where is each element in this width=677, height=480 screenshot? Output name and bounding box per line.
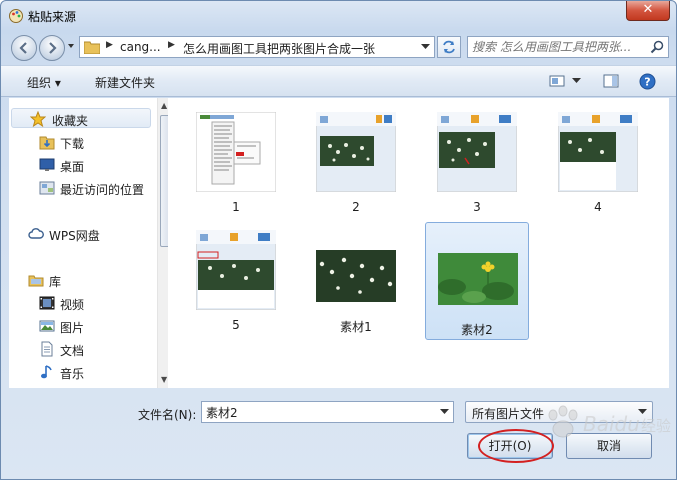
search-icon[interactable] bbox=[650, 40, 664, 54]
nav-desktop[interactable]: 桌面 bbox=[9, 155, 149, 175]
breadcrumb-item-current[interactable]: 怎么用画图工具把两张图片合成一张 bbox=[183, 40, 375, 57]
svg-text:Baidu: Baidu bbox=[583, 412, 640, 436]
svg-text:?: ? bbox=[644, 76, 650, 89]
paint-screenshot-thumbnail bbox=[558, 112, 638, 192]
nav-label: 文档 bbox=[60, 344, 85, 358]
file-type-value: 所有图片文件 bbox=[472, 407, 545, 421]
file-name: 素材1 bbox=[340, 320, 372, 334]
scroll-down-icon[interactable]: ▼ bbox=[161, 375, 167, 384]
filename-combobox[interactable] bbox=[201, 401, 454, 423]
breadcrumb-item[interactable]: cang... bbox=[120, 40, 161, 54]
nav-label: 桌面 bbox=[60, 160, 85, 174]
file-name: 素材2 bbox=[461, 323, 493, 337]
window-title: 粘贴来源 bbox=[28, 10, 77, 24]
file-name: 3 bbox=[473, 200, 481, 214]
close-button[interactable]: ✕ bbox=[626, 1, 670, 21]
nav-label: 下载 bbox=[60, 137, 85, 151]
cloud-icon bbox=[28, 228, 44, 239]
refresh-button[interactable] bbox=[437, 36, 461, 58]
new-folder-button[interactable]: 新建文件夹 bbox=[95, 74, 155, 91]
nav-documents[interactable]: 文档 bbox=[9, 339, 149, 359]
nav-label: 最近访问的位置 bbox=[60, 183, 145, 197]
address-dropdown-icon[interactable] bbox=[421, 44, 430, 50]
nav-recent[interactable]: 最近访问的位置 bbox=[9, 178, 159, 198]
nav-favorites[interactable]: 收藏夹 bbox=[11, 108, 151, 128]
flowers-photo-thumbnail bbox=[316, 250, 396, 302]
downloads-folder-icon bbox=[39, 136, 55, 150]
nav-label: WPS网盘 bbox=[49, 229, 100, 243]
star-icon bbox=[30, 111, 46, 127]
nav-videos[interactable]: 视频 bbox=[9, 293, 149, 313]
nav-label: 视频 bbox=[60, 298, 85, 312]
nav-label: 收藏夹 bbox=[52, 114, 89, 128]
title-bar: 粘贴来源 ✕ bbox=[1, 1, 676, 31]
address-bar[interactable]: ▶ cang... ▶ 怎么用画图工具把两张图片合成一张 bbox=[79, 36, 435, 58]
file-name: 2 bbox=[352, 200, 360, 214]
nav-music[interactable]: 音乐 bbox=[9, 362, 149, 382]
preview-pane-icon[interactable] bbox=[603, 73, 619, 89]
nav-pictures[interactable]: 图片 bbox=[9, 316, 149, 336]
refresh-icon bbox=[443, 40, 455, 54]
arrow-left-icon bbox=[19, 42, 27, 54]
forward-button[interactable] bbox=[39, 35, 65, 61]
recent-places-icon bbox=[39, 181, 55, 195]
chevron-down-icon[interactable] bbox=[440, 409, 449, 415]
filename-label: 文件名(N): bbox=[138, 408, 197, 422]
nav-label: 图片 bbox=[60, 321, 85, 335]
file-tile-selected[interactable]: 素材2 bbox=[425, 222, 529, 340]
file-list-view: 1 2 3 4 5 素材1 素材2 bbox=[168, 98, 669, 388]
scroll-up-icon[interactable]: ▲ bbox=[161, 101, 167, 110]
library-icon bbox=[28, 275, 44, 287]
svg-text:经验: 经验 bbox=[641, 417, 671, 435]
file-tile[interactable]: 素材1 bbox=[304, 220, 408, 338]
music-note-icon bbox=[41, 365, 52, 379]
file-tile[interactable]: 4 bbox=[546, 102, 650, 220]
filename-input[interactable] bbox=[206, 404, 431, 420]
screenshot-thumbnail bbox=[196, 112, 276, 192]
desktop-icon bbox=[39, 158, 55, 171]
nav-downloads[interactable]: 下载 bbox=[9, 132, 149, 152]
search-box[interactable] bbox=[467, 36, 669, 58]
file-name: 5 bbox=[232, 318, 240, 332]
organize-menu[interactable]: 组织 ▾ bbox=[27, 74, 61, 91]
baidu-jingyan-watermark-logo: Baidu 经验 bbox=[548, 405, 671, 438]
file-tile[interactable]: 2 bbox=[304, 102, 408, 220]
command-toolbar: 组织 ▾ 新建文件夹 ? bbox=[1, 65, 676, 97]
file-tile[interactable]: 3 bbox=[425, 102, 529, 220]
yellow-flower-photo-thumbnail bbox=[438, 253, 518, 305]
breadcrumb-separator-icon[interactable]: ▶ bbox=[106, 40, 113, 50]
nav-wps-cloud[interactable]: WPS网盘 bbox=[9, 224, 149, 244]
paint-screenshot-thumbnail bbox=[316, 112, 396, 192]
breadcrumb-separator-icon[interactable]: ▶ bbox=[168, 40, 175, 50]
paint-screenshot-thumbnail bbox=[196, 230, 276, 310]
nav-library[interactable]: 库 bbox=[9, 270, 149, 290]
search-input[interactable] bbox=[472, 39, 642, 55]
navigation-pane: 收藏夹 下载 桌面 最近访问的位置 WPS网盘 库 视频 图片 文档 音乐 ▲ … bbox=[9, 98, 174, 388]
nav-label: 库 bbox=[49, 275, 62, 289]
back-button[interactable] bbox=[11, 35, 37, 61]
open-file-dialog: 粘贴来源 ✕ ▶ cang... ▶ 怎么用画图工具把两张图片合成一张 搜索 怎… bbox=[0, 0, 677, 480]
video-library-icon bbox=[39, 296, 55, 310]
view-dropdown-icon[interactable] bbox=[572, 78, 581, 84]
paint-screenshot-thumbnail bbox=[437, 112, 517, 192]
help-icon[interactable]: ? bbox=[639, 73, 656, 90]
recent-pages-dropdown-icon[interactable] bbox=[66, 41, 76, 51]
view-options-icon[interactable] bbox=[549, 73, 565, 89]
picture-library-icon bbox=[39, 320, 55, 332]
file-tile[interactable]: 1 bbox=[184, 102, 288, 220]
file-name: 1 bbox=[232, 200, 240, 214]
document-library-icon bbox=[41, 341, 53, 357]
file-name: 4 bbox=[594, 200, 602, 214]
folder-icon bbox=[84, 41, 100, 54]
arrow-right-icon bbox=[49, 42, 57, 54]
paint-app-icon bbox=[9, 9, 23, 23]
nav-label: 音乐 bbox=[60, 367, 85, 381]
file-tile[interactable]: 5 bbox=[184, 220, 288, 338]
